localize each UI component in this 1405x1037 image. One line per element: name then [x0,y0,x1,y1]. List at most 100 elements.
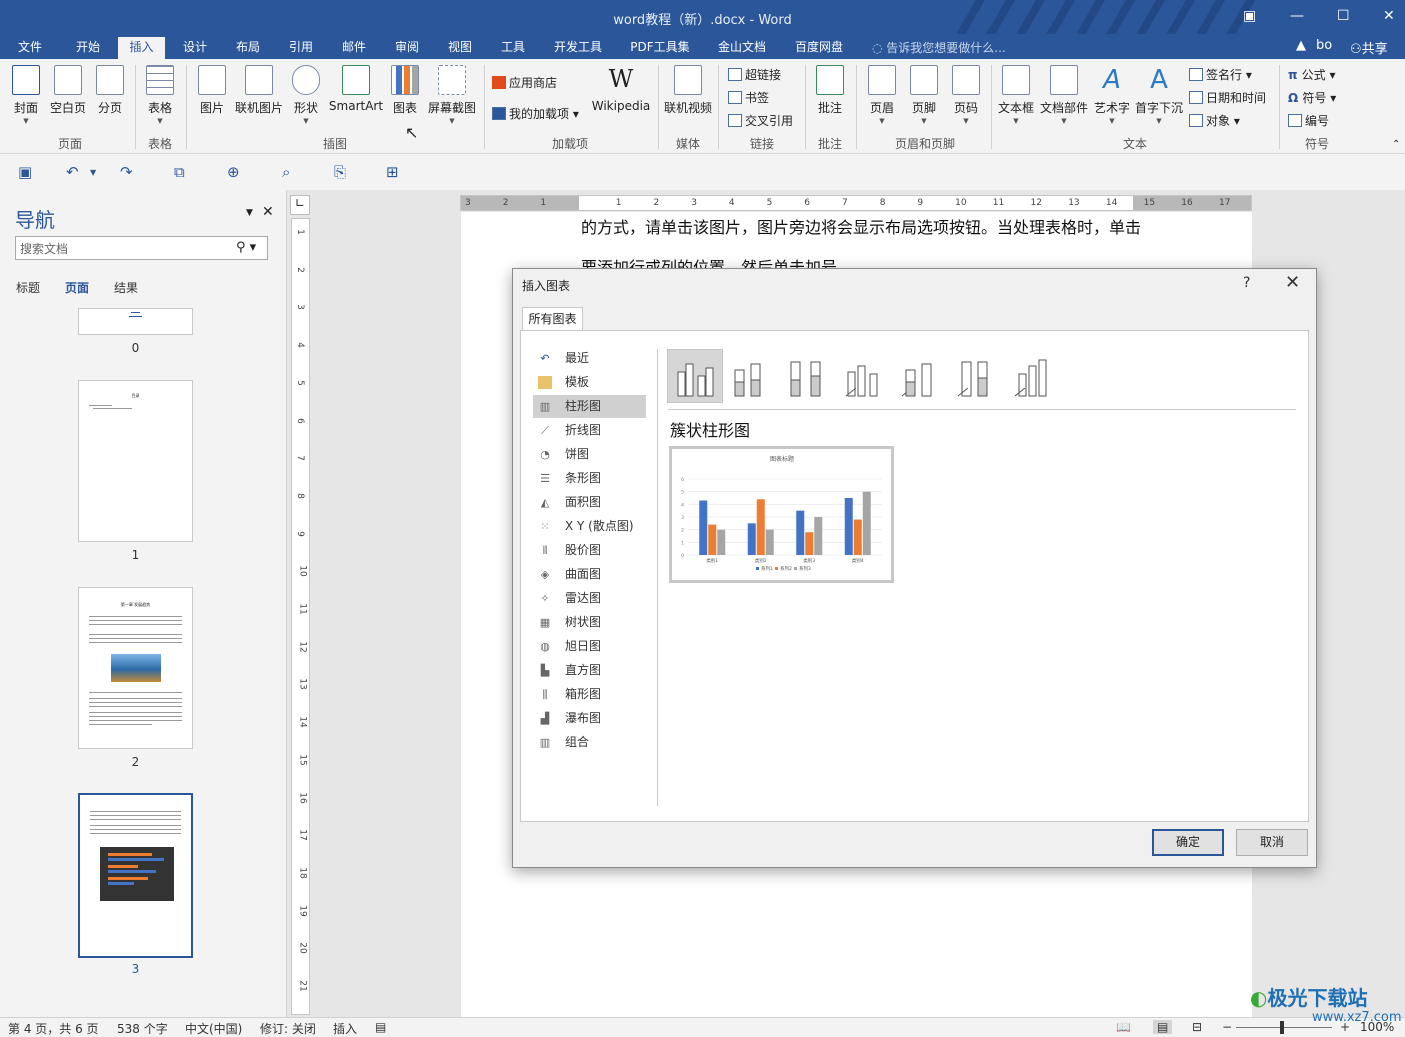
tab-file[interactable]: 文件 [8,37,52,59]
read-mode-icon[interactable]: 📖 [1116,1020,1131,1034]
nav-close-icon[interactable]: ✕ [262,204,274,220]
maximize-button[interactable]: ☐ [1337,8,1350,24]
tab-developer[interactable]: 开发工具 [546,37,610,59]
subtype-3d-column[interactable] [1006,349,1062,403]
word-count[interactable]: 538 个字 [117,1020,168,1037]
page-break-button[interactable]: 分页 [92,65,128,116]
blank-page-button[interactable]: 空白页 [48,65,88,116]
nav-options-icon[interactable]: ▼ [246,208,253,218]
drop-cap-button[interactable]: A 首字下沉 ▼ [1134,65,1184,125]
wordart-button[interactable]: A 艺术字 ▼ [1092,65,1132,125]
tab-references[interactable]: 引用 [279,37,323,59]
footer-button[interactable]: 页脚 ▼ [906,65,942,125]
print-layout-icon[interactable]: ▤ [1153,1020,1173,1034]
tab-home[interactable]: 开始 [66,37,110,59]
category-line[interactable]: ⟋ 折线图 [533,419,646,442]
page-thumbnail-2[interactable]: 第一章 发展趋势 [78,587,193,749]
web-layout-icon[interactable]: ⊟ [1192,1020,1202,1034]
textbox-button[interactable]: 文本框 ▼ [996,65,1036,125]
symbol-button[interactable]: Ω 符号 ▾ [1288,89,1336,106]
page-thumbnail-1[interactable]: 目录 [78,380,193,542]
bookmark-button[interactable]: 书签 [728,89,769,106]
redo-icon[interactable]: ↷ [120,163,133,181]
numbering-button[interactable]: 编号 [1288,112,1329,129]
customize-icon[interactable]: ⊞ [386,163,399,181]
comment-button[interactable]: 批注 [812,65,848,116]
tab-selector[interactable]: ∟ [290,195,310,215]
quick-parts-button[interactable]: 文档部件 ▼ [1038,65,1090,125]
cancel-button[interactable]: 取消 [1236,829,1308,856]
cross-reference-button[interactable]: 交叉引用 [728,112,793,129]
chart-button[interactable]: 图表 [388,65,422,116]
category-waterfall[interactable]: ▟ 瀑布图 [533,707,646,730]
category-radar[interactable]: ✧ 雷达图 [533,587,646,610]
my-addins-button[interactable]: 我的加载项 ▾ [492,105,579,122]
language-indicator[interactable]: 中文(中国) [185,1020,242,1037]
subtype-100-stacked-column[interactable] [780,349,836,403]
tab-layout[interactable]: 布局 [226,37,270,59]
screenshot-button[interactable]: 屏幕截图 ▼ [426,65,478,125]
insert-mode[interactable]: 插入 [333,1020,357,1037]
category-recent[interactable]: ↶ 最近 [533,347,646,370]
category-combo[interactable]: ▥ 组合 [533,731,646,754]
online-video-button[interactable]: 联机视频 [662,65,714,116]
tab-tools[interactable]: 工具 [491,37,535,59]
tab-review[interactable]: 审阅 [385,37,429,59]
two-pages-icon[interactable]: ⧉ [174,163,185,181]
undo-icon[interactable]: ↶ [66,163,79,181]
object-button[interactable]: 对象 ▾ [1189,112,1240,129]
attach-icon[interactable]: ⎘ [334,163,346,181]
save-icon[interactable]: ▣ [18,163,32,181]
subtype-3d-100-stacked-column[interactable] [949,349,1005,403]
subtype-3d-clustered-column[interactable] [837,349,893,403]
horizontal-ruler[interactable]: 3 2 1 1 2 3 4 5 6 7 8 9 10 11 12 13 14 15 16 17 [460,195,1252,211]
page-thumbnail-0[interactable] [78,308,193,335]
ribbon-display-icon[interactable]: ▣ [1243,8,1256,24]
category-box-whisker[interactable]: ⫼ 箱形图 [533,683,646,706]
print-preview-icon[interactable]: ⌕ [282,163,290,181]
category-scatter[interactable]: ⁙ X Y (散点图) [533,515,646,538]
dialog-close-button[interactable]: ✕ [1285,272,1300,293]
tab-all-charts[interactable]: 所有图表 [522,307,583,330]
category-stock[interactable]: ⫴ 股价图 [533,539,646,562]
chart-preview[interactable]: 图表标题 0 1 2 3 4 5 6 类别1 类别2 类别3 类别4 系列1 系列2 系列3 [669,446,894,583]
close-button[interactable]: ✕ [1383,8,1395,24]
cover-page-button[interactable]: 封面 ▼ [8,65,44,125]
category-templates[interactable]: 模板 [533,371,646,394]
signature-line-button[interactable]: 签名行 ▾ [1189,66,1252,83]
category-treemap[interactable]: ▦ 树状图 [533,611,646,634]
store-button[interactable]: 应用商店 [492,74,557,91]
macro-icon[interactable]: ▤ [375,1020,386,1034]
tell-me-search[interactable]: ◌ 告诉我您想要做什么... [872,39,1006,56]
nav-tab-headings[interactable]: 标题 [16,279,40,296]
category-column[interactable]: ▥ 柱形图 [533,395,646,418]
share-button[interactable]: ⚇共享 [1350,38,1388,57]
page-thumbnail-3[interactable] [78,793,193,958]
date-time-button[interactable]: 日期和时间 [1189,89,1266,106]
subtype-clustered-column[interactable] [667,349,723,403]
help-button[interactable]: ? [1243,275,1250,291]
tab-pdf-tools[interactable]: PDF工具集 [624,37,696,59]
smartart-button[interactable]: SmartArt [328,65,384,113]
picture-button[interactable]: 图片 [194,65,230,116]
table-button[interactable]: 表格 ▼ [142,65,178,125]
search-icon[interactable]: ⚲ ▾ [236,240,256,255]
category-sunburst[interactable]: ◍ 旭日图 [533,635,646,658]
wikipedia-button[interactable]: W Wikipedia [590,65,652,113]
category-bar[interactable]: ☰ 条形图 [533,467,646,490]
tab-kdocs[interactable]: 金山文档 [710,37,774,59]
page-number-button[interactable]: 页码 ▼ [948,65,984,125]
track-changes-status[interactable]: 修订: 关闭 [260,1020,316,1037]
tab-baidu-netdisk[interactable]: 百度网盘 [787,37,851,59]
category-surface[interactable]: ◈ 曲面图 [533,563,646,586]
category-pie[interactable]: ◔ 饼图 [533,443,646,466]
collapse-ribbon-icon[interactable]: ⌃ [1392,139,1400,150]
user-name[interactable]: bo [1316,38,1332,53]
zoom-slider[interactable] [1236,1027,1332,1028]
ok-button[interactable]: 确定 [1152,829,1224,856]
shapes-button[interactable]: 形状 ▼ [288,65,324,125]
category-area[interactable]: ◭ 面积图 [533,491,646,514]
page-count[interactable]: 第 4 页，共 6 页 [8,1020,99,1037]
equation-button[interactable]: π 公式 ▾ [1288,66,1336,83]
nav-tab-results[interactable]: 结果 [114,279,138,296]
